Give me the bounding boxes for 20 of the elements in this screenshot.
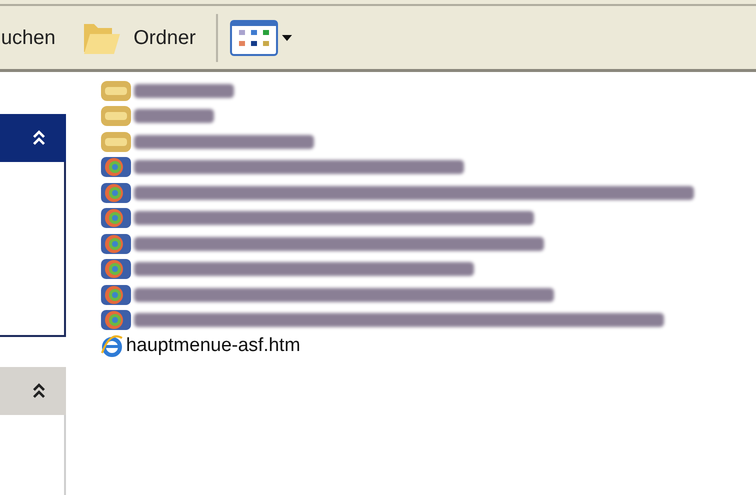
media-file-icon bbox=[100, 309, 132, 332]
media-file-icon bbox=[100, 207, 132, 230]
file-name[interactable]: hauptmenue-asf.htm bbox=[126, 336, 300, 356]
web-page-icon bbox=[100, 334, 124, 357]
media-file-icon bbox=[100, 156, 132, 178]
media-file-icon bbox=[100, 284, 132, 306]
caret-icon bbox=[282, 34, 292, 40]
folder-icon bbox=[100, 105, 132, 128]
folders-button[interactable]: Ordner bbox=[80, 18, 196, 58]
views-icon bbox=[230, 20, 278, 56]
media-file-icon bbox=[100, 182, 132, 204]
folder-icon bbox=[100, 130, 132, 153]
views-button[interactable] bbox=[230, 20, 292, 56]
task-pane-header[interactable] bbox=[0, 114, 66, 162]
media-file-icon bbox=[100, 232, 132, 255]
search-button[interactable]: uchen bbox=[1, 28, 56, 48]
media-file-icon bbox=[100, 258, 132, 280]
collapse-icon[interactable] bbox=[32, 383, 46, 399]
task-pane-header[interactable] bbox=[0, 367, 66, 415]
folder-icon bbox=[100, 80, 132, 102]
